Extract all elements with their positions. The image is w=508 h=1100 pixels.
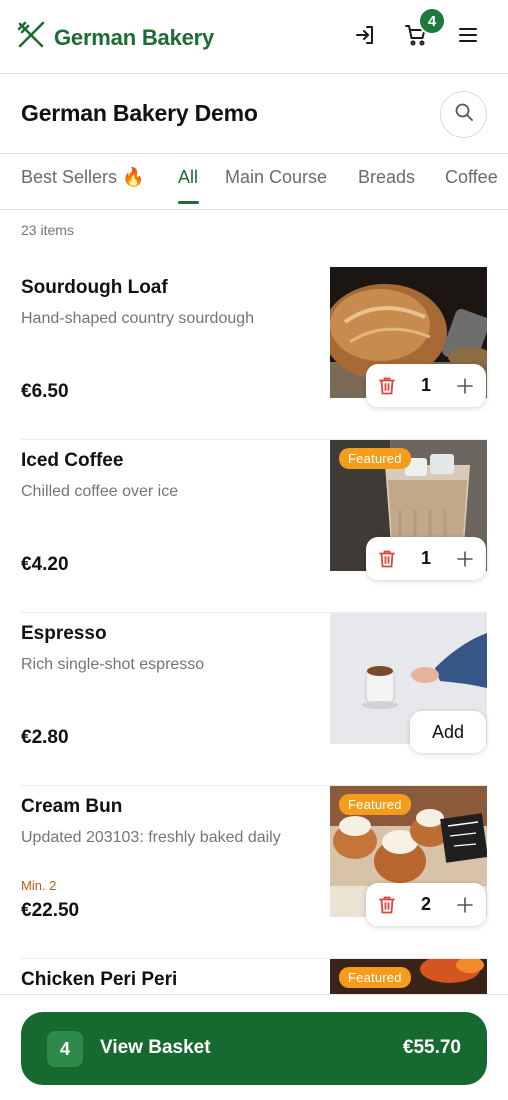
quantity-stepper[interactable]: 1 [366, 537, 486, 580]
trash-icon[interactable] [376, 375, 398, 397]
item-name: Chicken Peri Peri [21, 969, 178, 990]
tab-all[interactable]: All [178, 167, 198, 188]
brand[interactable]: German Bakery [16, 20, 214, 55]
quantity-value: 1 [420, 548, 431, 568]
brand-name: German Bakery [54, 24, 215, 50]
title-row: German Bakery Demo [0, 74, 508, 154]
item-name: Sourdough Loaf [21, 277, 168, 298]
item-description: Rich single-shot espresso [21, 656, 205, 673]
item-name: Iced Coffee [21, 450, 124, 471]
quantity-value: 1 [420, 375, 431, 395]
menu-item[interactable]: Sourdough Loaf Hand-shaped country sourd… [0, 267, 508, 440]
featured-badge: Featured [339, 448, 411, 469]
login-button[interactable] [347, 19, 383, 55]
search-icon [454, 102, 474, 127]
item-price: €4.20 [21, 554, 69, 575]
top-bar: German Bakery 4 [0, 0, 508, 74]
quantity-stepper[interactable]: 1 [366, 364, 486, 407]
cart-count-badge: 4 [418, 7, 446, 35]
item-description: Hand-shaped country sourdough [21, 310, 255, 327]
featured-badge: Featured [339, 967, 411, 988]
menu-item[interactable]: Espresso Rich single-shot espresso €2.80… [0, 613, 508, 786]
tab-main-course[interactable]: Main Course [225, 167, 327, 188]
quantity-stepper[interactable]: 2 [366, 883, 486, 926]
item-name: Espresso [21, 623, 107, 644]
plus-icon[interactable] [454, 894, 476, 916]
category-tabs: Best Sellers 🔥 All Main Course Breads Co… [0, 154, 508, 210]
tab-breads[interactable]: Breads [358, 167, 415, 188]
plus-icon[interactable] [454, 548, 476, 570]
bottom-bar: 4 View Basket €55.70 [0, 994, 508, 1100]
view-basket-button[interactable]: 4 View Basket €55.70 [21, 1012, 487, 1085]
item-minimum: Min. 2 [21, 878, 57, 893]
menu-item[interactable]: Iced Coffee Chilled coffee over ice €4.2… [0, 440, 508, 613]
trash-icon[interactable] [376, 548, 398, 570]
item-price: €6.50 [21, 381, 69, 402]
basket-count: 4 [47, 1031, 83, 1067]
tab-coffee[interactable]: Coffee [445, 167, 498, 188]
item-price: €22.50 [21, 900, 80, 921]
item-count: 23 items [21, 222, 74, 238]
add-button[interactable]: Add [410, 711, 486, 753]
search-button[interactable] [440, 91, 487, 138]
tab-best-sellers[interactable]: Best Sellers 🔥 [21, 167, 144, 188]
basket-total: €55.70 [402, 1037, 461, 1058]
plus-icon[interactable] [454, 375, 476, 397]
basket-label: View Basket [100, 1037, 211, 1058]
menu-icon [457, 24, 479, 51]
item-price: €2.80 [21, 727, 69, 748]
menu-item[interactable]: Cream Bun Updated 203103: freshly baked … [0, 786, 508, 959]
item-description: Chilled coffee over ice [21, 483, 179, 500]
menu-button[interactable] [450, 19, 486, 55]
fork-knife-icon [16, 20, 46, 55]
item-name: Cream Bun [21, 796, 123, 817]
item-description: Updated 203103: freshly baked daily [21, 829, 281, 846]
trash-icon[interactable] [376, 894, 398, 916]
featured-badge: Featured [339, 794, 411, 815]
page-title: German Bakery Demo [21, 100, 258, 126]
active-tab-indicator [178, 201, 199, 204]
menu-item[interactable]: Chicken Peri Peri Featured [0, 959, 508, 994]
quantity-value: 2 [420, 894, 431, 914]
login-icon [354, 24, 376, 51]
